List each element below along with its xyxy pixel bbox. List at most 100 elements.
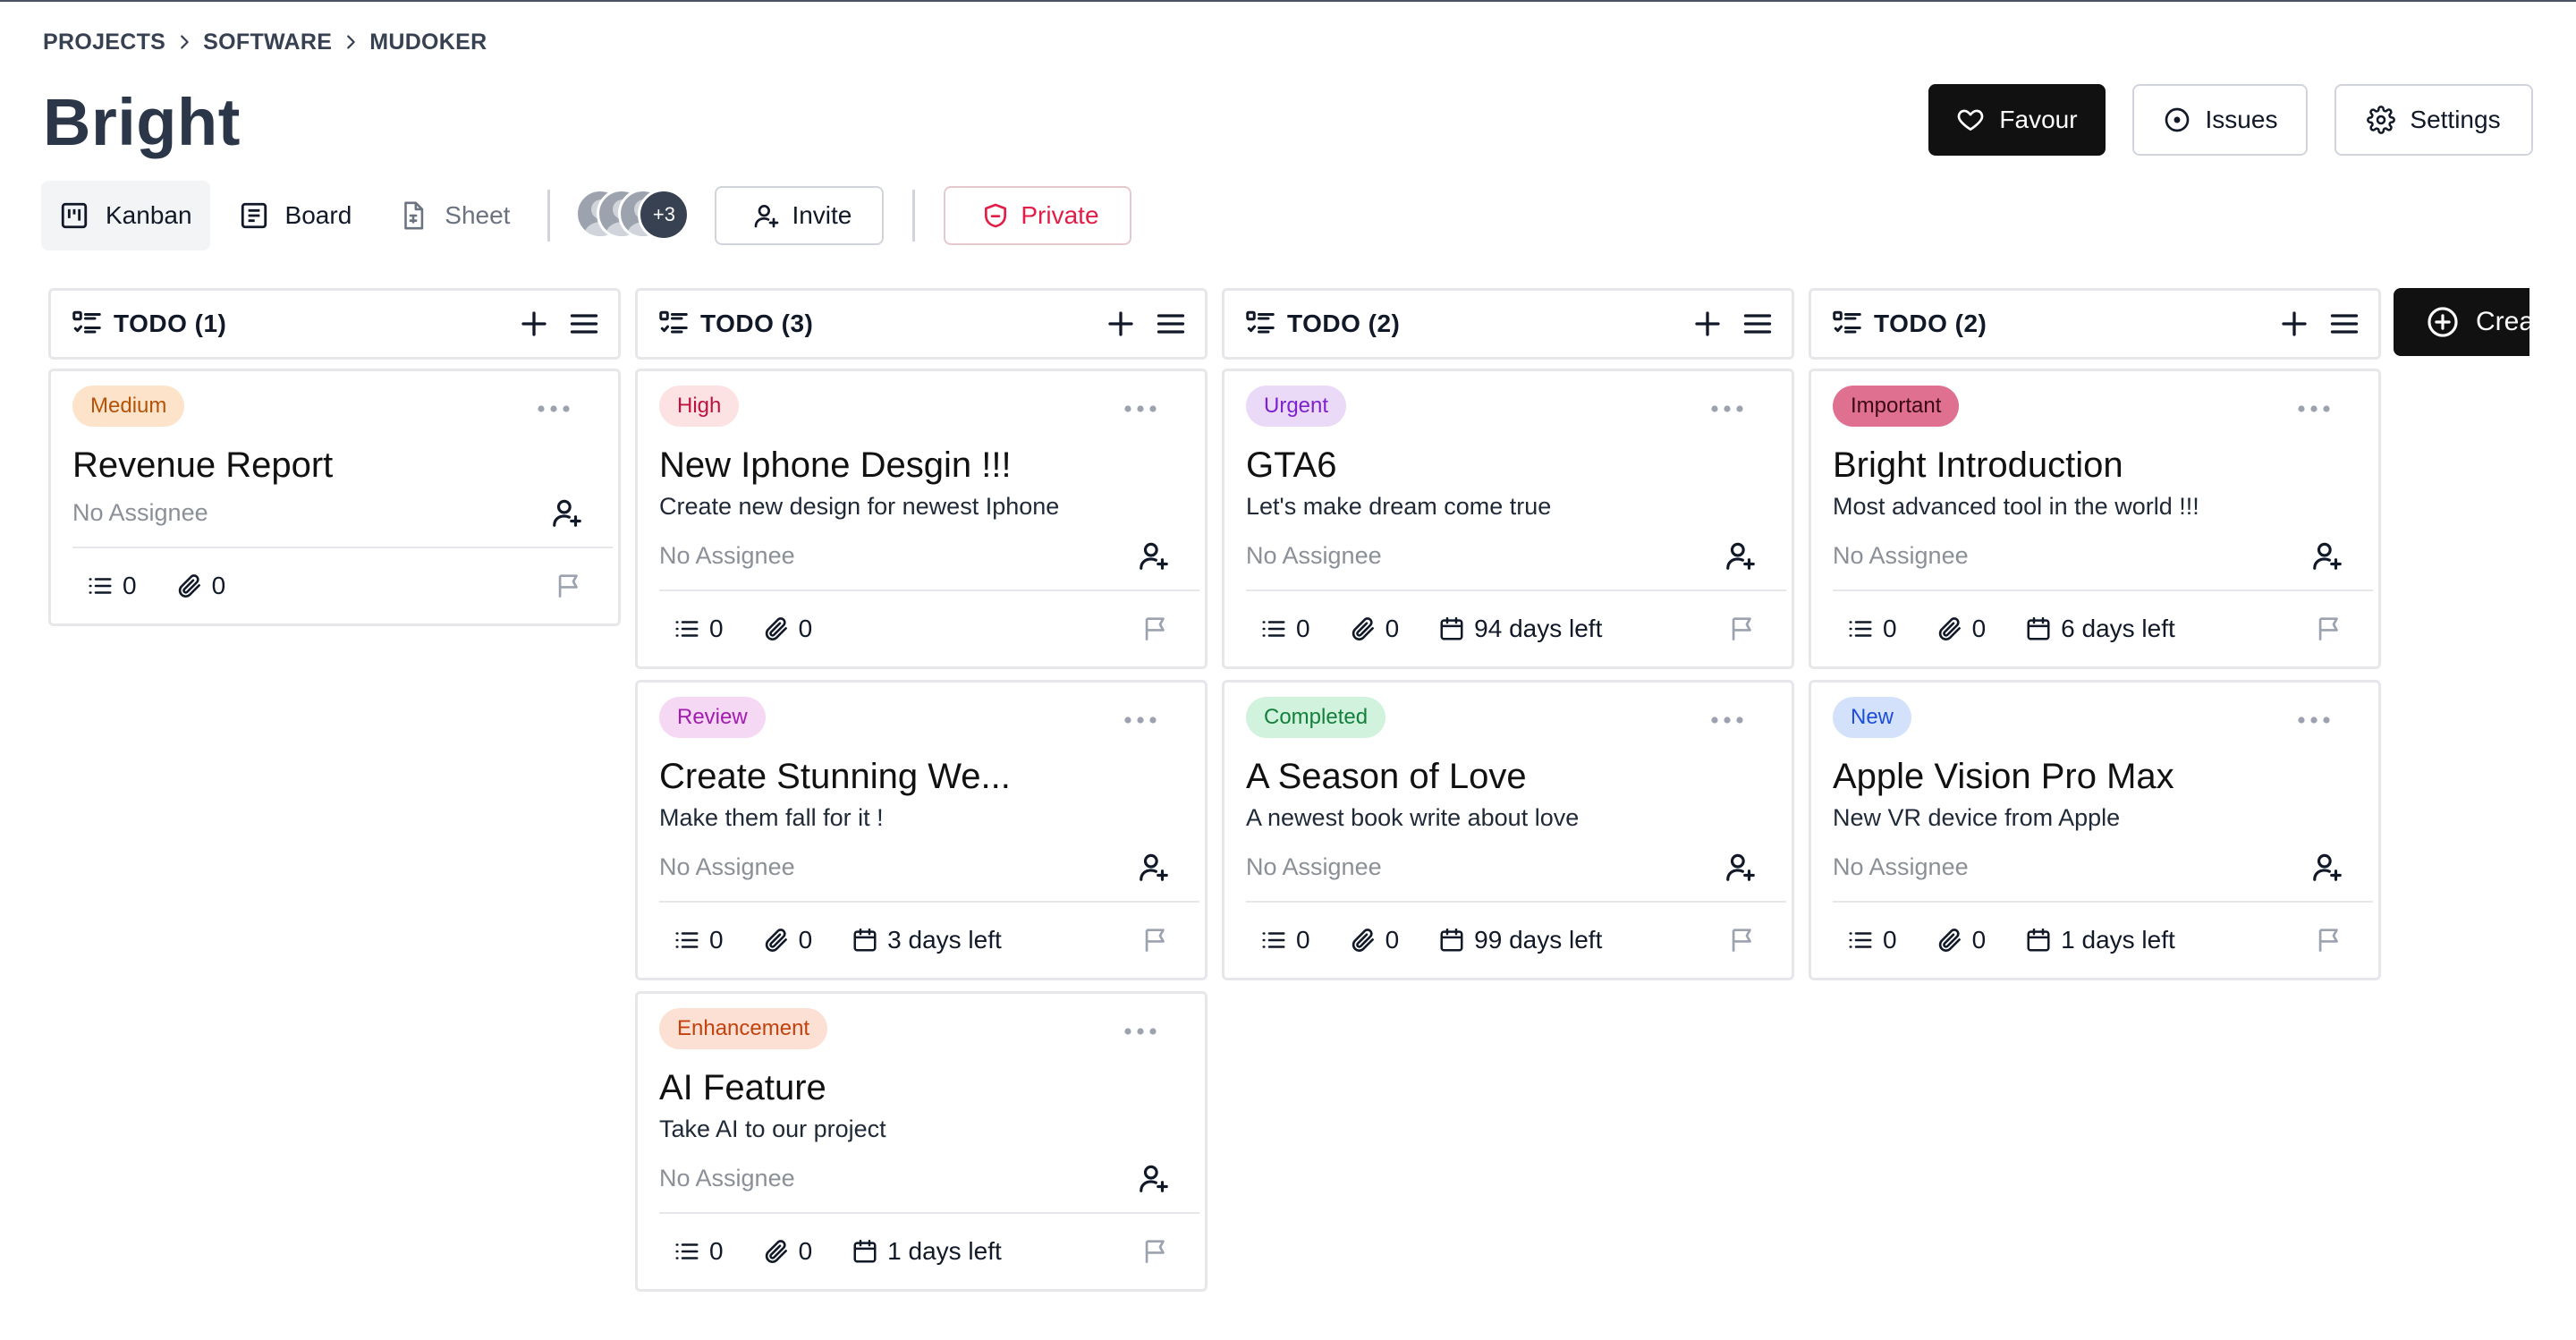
more-options-icon[interactable]	[1123, 711, 1158, 729]
add-assignee-icon[interactable]	[1137, 850, 1171, 884]
add-assignee-icon[interactable]	[1724, 850, 1758, 884]
paperclip-icon	[1938, 617, 1961, 640]
task-card[interactable]: Enhancement AI Feature Take AI to our proj…	[635, 991, 1208, 1292]
add-task-icon[interactable]	[1105, 308, 1137, 340]
private-button[interactable]: Private	[944, 186, 1131, 245]
settings-button[interactable]: Settings	[2334, 84, 2533, 156]
card-footer: 0 0 6 days left	[1833, 591, 2369, 666]
flag-icon[interactable]	[1140, 925, 1171, 955]
flag-icon[interactable]	[1727, 614, 1758, 644]
due-date-value: 99 days left	[1474, 926, 1603, 954]
favour-button[interactable]: Favour	[1928, 84, 2106, 156]
add-assignee-icon[interactable]	[1724, 539, 1758, 572]
breadcrumb-item-mudoker[interactable]: MUDOKER	[369, 30, 487, 55]
issues-button[interactable]: Issues	[2132, 84, 2308, 156]
priority-badge: Urgent	[1246, 386, 1347, 427]
task-card[interactable]: New Apple Vision Pro Max New VR device fro…	[1809, 680, 2381, 980]
flag-icon[interactable]	[1140, 614, 1171, 644]
flag-icon[interactable]	[554, 571, 584, 601]
heart-icon	[1958, 109, 1984, 131]
due-date-value: 6 days left	[2061, 615, 2175, 642]
add-assignee-icon[interactable]	[2310, 850, 2344, 884]
paperclip-icon	[1350, 927, 1377, 954]
breadcrumb-item-projects[interactable]: PROJECTS	[43, 30, 165, 55]
task-card[interactable]: Important Bright Introduction Most advance…	[1809, 369, 2381, 669]
attachments-count: 0	[1350, 926, 1399, 954]
subtasks-value: 0	[709, 615, 724, 642]
more-options-icon[interactable]	[1123, 1022, 1158, 1040]
flag-icon[interactable]	[1140, 1236, 1171, 1267]
attachments-count: 0	[1936, 615, 1986, 643]
paperclip-icon	[1352, 617, 1374, 640]
task-list-icon	[1831, 308, 1863, 340]
task-card[interactable]: High New Iphone Desgin !!! Create new desi…	[635, 369, 1208, 669]
task-card[interactable]: Medium Revenue Report No Assignee 0 0	[48, 369, 621, 626]
more-options-icon[interactable]	[536, 400, 572, 418]
breadcrumb-item-software[interactable]: SOFTWARE	[203, 30, 332, 55]
tab-kanban[interactable]: Kanban	[41, 181, 210, 250]
more-options-icon[interactable]	[1709, 400, 1745, 418]
paperclip-icon	[765, 617, 787, 640]
task-card[interactable]: Review Create Stunning We... Make them fal…	[635, 680, 1208, 980]
subtasks-icon	[1849, 932, 1872, 948]
assignee-row: No Assignee	[72, 493, 609, 532]
flag-icon	[1732, 617, 1751, 640]
subtasks-icon	[674, 1238, 700, 1265]
assignee-row: No Assignee	[659, 847, 1196, 886]
task-list-icon	[71, 308, 103, 340]
column-menu-icon[interactable]	[568, 308, 600, 340]
add-task-icon[interactable]	[1691, 308, 1724, 340]
calendar-icon	[853, 1239, 877, 1263]
add-assignee-icon[interactable]	[1137, 539, 1171, 572]
flag-icon	[1145, 929, 1165, 952]
priority-badge: Completed	[1246, 697, 1386, 738]
add-assignee-icon[interactable]	[2310, 539, 2344, 572]
subtasks-icon	[1847, 927, 1874, 954]
calendar-icon	[852, 927, 878, 954]
add-task-icon	[1108, 311, 1133, 336]
more-options-icon[interactable]	[2296, 711, 2332, 729]
board-column: TODO (2) Important Bright Introduction Most…	[1809, 288, 2381, 980]
flag-icon[interactable]	[1727, 925, 1758, 955]
column-menu-icon[interactable]	[1741, 308, 1774, 340]
paperclip-icon	[1936, 615, 1963, 642]
card-footer: 0 0 99 days left	[1246, 903, 1783, 978]
paperclip-icon	[178, 574, 200, 598]
tab-board[interactable]: Board	[221, 181, 370, 250]
board-column: TODO (1) Medium Revenue Report No Assignee 0…	[48, 288, 621, 626]
add-task-icon[interactable]	[518, 308, 550, 340]
subtasks-icon	[675, 932, 699, 948]
paperclip-icon	[763, 615, 790, 642]
due-date-value: 3 days left	[887, 926, 1002, 954]
add-task-icon[interactable]	[2278, 308, 2310, 340]
column-menu-icon	[2330, 314, 2359, 334]
add-task-icon	[2282, 311, 2307, 336]
more-options-icon[interactable]	[1709, 711, 1745, 729]
create-column-button[interactable]: Create	[2394, 288, 2529, 356]
calendar-icon	[1438, 615, 1465, 642]
task-card[interactable]: Completed A Season of Love A newest book w…	[1222, 680, 1794, 980]
add-assignee-icon[interactable]	[550, 496, 584, 530]
add-assignee-icon[interactable]	[1137, 1161, 1171, 1195]
card-description: Let's make dream come true	[1246, 493, 1552, 520]
card-footer: 00	[72, 548, 609, 623]
flag-icon[interactable]	[2314, 614, 2344, 644]
calendar-icon	[1440, 928, 1463, 952]
assignee-text: No Assignee	[659, 852, 795, 880]
add-assignee-icon	[2313, 542, 2342, 570]
flag-icon[interactable]	[2314, 925, 2344, 955]
due-date: 1 days left	[2025, 926, 2175, 954]
column-menu-icon[interactable]	[2328, 308, 2360, 340]
invite-button[interactable]: Invite	[715, 186, 885, 245]
tab-sheet[interactable]: Sheet	[380, 181, 528, 250]
more-options-icon	[1711, 717, 1743, 724]
card-description: New VR device from Apple	[1833, 804, 2121, 831]
column-menu-icon[interactable]	[1155, 308, 1187, 340]
attachments-count: 0	[1350, 615, 1399, 643]
subtasks-count: 0	[1260, 926, 1310, 954]
assignee-text: No Assignee	[1246, 541, 1382, 569]
more-options-icon[interactable]	[1123, 400, 1158, 418]
task-card[interactable]: Urgent GTA6 Let's make dream come true No A…	[1222, 369, 1794, 669]
member-avatars[interactable]: +3	[575, 189, 709, 242]
more-options-icon[interactable]	[2296, 400, 2332, 418]
